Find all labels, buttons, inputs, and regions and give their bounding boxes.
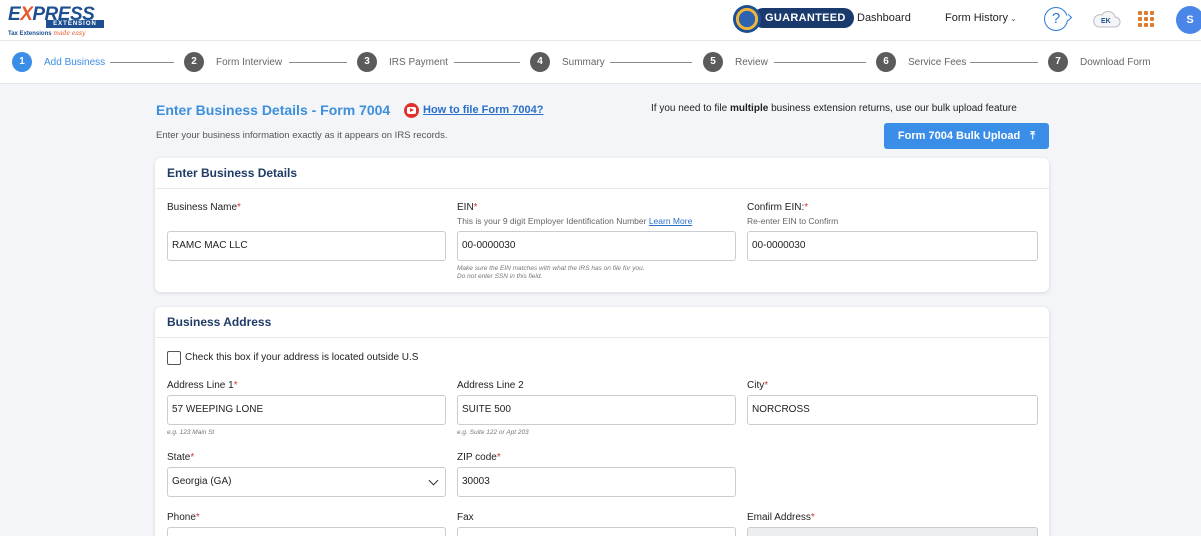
how-to-file-link[interactable]: How to file Form 7004?	[423, 104, 543, 116]
address2-input[interactable]: SUITE 500	[457, 395, 736, 425]
step-form-interview[interactable]: 2 Form Interview	[184, 52, 282, 72]
bulk-upload-note: If you need to file multiple business ex…	[651, 103, 1017, 114]
nav-dashboard-link[interactable]: Dashboard	[857, 12, 911, 24]
confirm-ein-input[interactable]: 00-0000030	[747, 231, 1038, 261]
business-address-heading: Business Address	[155, 307, 1049, 338]
ein-input[interactable]: 00-0000030	[457, 231, 736, 261]
bulk-upload-button[interactable]: Form 7004 Bulk Upload ⤒	[884, 123, 1049, 149]
chevron-down-icon: ⌄	[1009, 14, 1017, 23]
outside-us-label: Check this box if your address is locate…	[185, 352, 419, 363]
step-irs-payment[interactable]: 3 IRS Payment	[357, 52, 448, 72]
guarantee-seal-icon	[733, 5, 761, 33]
business-name-input[interactable]: RAMC MAC LLC	[167, 231, 446, 261]
state-select[interactable]: Georgia (GA)	[167, 467, 446, 497]
address2-label: Address Line 2	[457, 380, 524, 391]
page-title: Enter Business Details - Form 7004	[156, 102, 391, 118]
outside-us-checkbox[interactable]	[167, 351, 181, 365]
address1-label: Address Line 1*	[167, 380, 238, 391]
apps-grid-icon[interactable]	[1138, 11, 1154, 27]
phone-label: Phone*	[167, 512, 200, 523]
learn-more-link[interactable]: Learn More	[649, 216, 692, 226]
email-label: Email Address*	[747, 512, 815, 523]
express-extension-logo[interactable]: EXPRESS EXTENSION Tax Extensions made ea…	[8, 4, 104, 38]
progress-stepper: 1 Add Business 2 Form Interview 3 IRS Pa…	[0, 41, 1201, 84]
ein-hint-1: Make sure the EIN matches with what the …	[457, 265, 645, 272]
step-connector	[774, 62, 866, 63]
address1-input[interactable]: 57 WEEPING LONE	[167, 395, 446, 425]
ein-hint-2: Do not enter SSN in this field.	[457, 273, 543, 280]
step-connector	[289, 62, 347, 63]
upload-arrow-icon: ⤒	[1030, 129, 1036, 142]
city-label: City*	[747, 380, 769, 391]
ein-label-group: EIN* This is your 9 digit Employer Ident…	[457, 202, 693, 226]
step-connector	[970, 62, 1038, 63]
guaranteed-badge: GUARANTEED	[733, 5, 854, 33]
email-input[interactable]	[747, 527, 1038, 536]
phone-input[interactable]	[167, 527, 446, 536]
step-connector	[110, 62, 174, 63]
confirm-ein-label-group: Confirm EIN:* Re-enter EIN to Confirm	[747, 202, 839, 226]
business-address-card: Business Address Check this box if your …	[155, 307, 1049, 536]
fax-input[interactable]	[457, 527, 736, 536]
business-details-heading: Enter Business Details	[155, 158, 1049, 189]
step-review[interactable]: 5 Review	[703, 52, 768, 72]
zip-input[interactable]: 30003	[457, 467, 736, 497]
city-input[interactable]: NORCROSS	[747, 395, 1038, 425]
step-connector	[610, 62, 692, 63]
address1-hint: e.g. 123 Main St	[167, 429, 215, 436]
step-summary[interactable]: 4 Summary	[530, 52, 605, 72]
youtube-play-icon[interactable]	[404, 103, 419, 118]
business-name-label-group: Business Name*	[167, 202, 241, 213]
page-subtitle: Enter your business information exactly …	[156, 130, 448, 141]
top-navbar: EXPRESS EXTENSION Tax Extensions made ea…	[0, 0, 1201, 41]
svg-text:EK: EK	[1101, 18, 1111, 25]
step-add-business[interactable]: 1 Add Business	[12, 52, 105, 72]
step-service-fees[interactable]: 6 Service Fees	[876, 52, 966, 72]
step-download-form[interactable]: 7 Download Form	[1048, 52, 1151, 72]
fax-label: Fax	[457, 512, 474, 523]
chevron-down-icon	[428, 475, 439, 486]
state-label: State*	[167, 452, 195, 463]
help-chat-icon[interactable]: ?	[1044, 7, 1068, 31]
business-details-card: Enter Business Details Business Name* RA…	[155, 158, 1049, 292]
zip-label: ZIP code*	[457, 452, 501, 463]
user-avatar[interactable]: S	[1176, 6, 1201, 34]
step-connector	[454, 62, 520, 63]
nav-form-history-dropdown[interactable]: Form History ⌄	[945, 12, 1017, 24]
address2-hint: e.g. Suite 122 or Apt 203	[457, 429, 529, 436]
cloud-ek-icon[interactable]: EK	[1090, 8, 1122, 30]
